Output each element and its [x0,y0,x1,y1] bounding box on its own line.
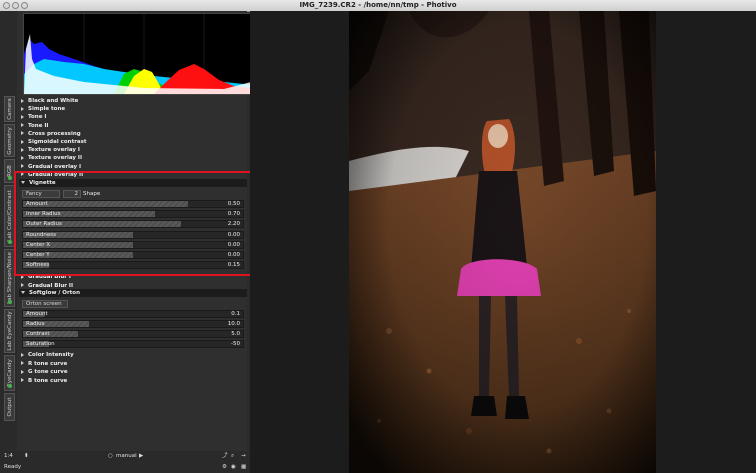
module-tone-i[interactable]: Tone I [21,113,46,121]
play-icon[interactable]: ▶ [139,451,143,462]
collapsed-arrow-icon [21,131,24,136]
slider-value: -50 [231,341,240,347]
slider-contrast[interactable]: Contrast 5.0 [22,330,244,338]
module-r-tone-curve[interactable]: R tone curve [21,360,67,368]
tab-output[interactable]: Output [4,393,15,421]
softglow-toggle[interactable]: Softglow / Orton [21,289,80,297]
active-indicator-icon [8,176,12,180]
module-cross-processing[interactable]: Cross processing [21,130,81,138]
collapsed-arrow-icon [21,164,24,169]
tab-camera[interactable]: Camera [4,96,15,122]
collapsed-arrow-icon [21,98,24,103]
gear-icon[interactable]: ⚙ [222,462,227,473]
module-color-intensity[interactable]: Color Intensity [21,351,74,359]
window-title: IMG_7239.CR2 - /home/nn/tmp - Photivo [299,1,457,9]
slider-amount[interactable]: Amount 0.1 [22,310,244,318]
eye-icon[interactable]: ◉ [231,462,236,473]
tab-geometry[interactable]: Geometry [4,124,15,157]
module-simple-tone[interactable]: Simple tone [21,105,65,113]
collapsed-arrow-icon [21,352,24,357]
slider-radius[interactable]: Radius 10.0 [22,320,244,328]
collapsed-arrow-icon [21,283,24,287]
active-indicator-icon [8,300,12,304]
collapsed-arrow-icon [21,123,24,128]
bottom-toolbar: 1:4 ⬍ ○ manual ▶ ⤴ ⌕ → [0,451,250,462]
tab-eyecandy[interactable]: EyeCandy [4,355,15,391]
module-black-and-white[interactable]: Black and White [21,97,78,105]
zoom-icon[interactable]: ⌕ [231,451,234,462]
collapsed-arrow-icon [21,139,24,144]
active-indicator-icon [8,240,12,244]
mode-dot-icon: ○ [108,453,113,459]
collapsed-arrow-icon [21,155,24,160]
module-gradual-overlay-i[interactable]: Gradual overlay I [21,163,81,171]
image-viewer[interactable] [250,11,756,473]
export-icon[interactable]: ⤴ [222,451,228,462]
slider-value: 0.1 [231,311,240,317]
photo-preview [349,11,656,473]
softglow-mode-select[interactable]: Orton screen [22,300,68,308]
status-text: Ready [4,464,22,470]
tab-lab-eyecandy[interactable]: Lab EyeCandy [4,309,15,353]
module-sigmoidal-contrast[interactable]: Sigmoidal contrast [21,138,87,146]
expanded-arrow-icon [21,291,25,294]
module-b-tone-curve[interactable]: B tone curve [21,377,67,385]
slider-value: 10.0 [227,321,240,327]
pin-icon[interactable]: ⬍ [24,451,29,462]
slider-value: 5.0 [231,331,240,337]
slider-label: Amount [26,311,48,317]
image-icon[interactable]: ▦ [241,462,246,473]
module-texture-overlay-ii[interactable]: Texture overlay II [21,154,82,162]
slider-label: Radius [26,321,45,327]
module-tone-ii[interactable]: Tone II [21,122,48,130]
collapsed-arrow-icon [21,378,24,382]
module-texture-overlay-i[interactable]: Texture overlay I [21,146,80,154]
arrow-icon[interactable]: → [241,451,246,462]
collapsed-arrow-icon [21,147,24,152]
collapsed-arrow-icon [21,361,24,365]
collapsed-arrow-icon [21,369,24,374]
status-bar: Ready ⚙ ◉ ▦ [0,462,250,473]
histogram [23,13,265,95]
run-mode[interactable]: manual [116,451,137,462]
collapsed-arrow-icon [21,106,24,111]
collapsed-arrow-icon [21,114,24,119]
slider-label: Contrast [26,331,50,337]
vignette-highlight-box [14,171,258,276]
module-g-tone-curve[interactable]: G tone curve [21,368,68,376]
zoom-level[interactable]: 1:4 [4,451,13,462]
slider-label: Saturation [26,341,55,347]
slider-saturation[interactable]: Saturation -50 [22,340,244,348]
active-indicator-icon [8,384,12,388]
